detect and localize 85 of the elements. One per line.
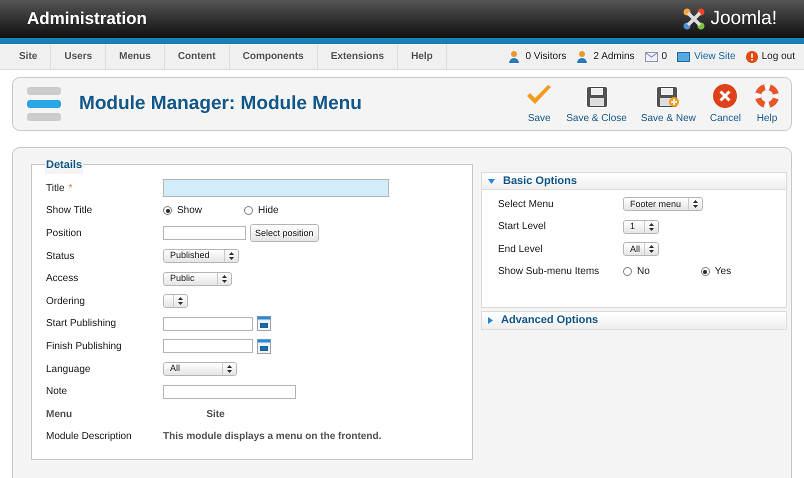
select-arrows-icon (229, 252, 234, 260)
status-text: 2 Admins (593, 50, 635, 64)
select-arrows-icon (649, 245, 654, 254)
field-label: Show Title (46, 204, 94, 218)
field-value: Site (206, 408, 225, 422)
text-field[interactable] (163, 384, 296, 399)
date-field[interactable] (163, 316, 253, 331)
app-title: Administration (27, 8, 147, 30)
close-icon (713, 84, 738, 108)
panel-header[interactable]: Advanced Options (482, 312, 786, 329)
field-label: Show Sub-menu Items (498, 265, 600, 280)
field-label: Ordering (46, 294, 86, 309)
field-label: Note (46, 385, 68, 400)
person-icon (576, 50, 590, 63)
calendar-icon[interactable] (257, 338, 271, 354)
envelope-icon (644, 51, 658, 62)
field-label: Access (46, 272, 80, 286)
menu-item[interactable]: Menus (106, 44, 165, 69)
status-link[interactable]: Log out (762, 49, 795, 64)
radio-button[interactable] (163, 206, 172, 216)
select-field[interactable]: 1 (623, 220, 659, 234)
radio-button[interactable] (700, 267, 710, 276)
menu-item[interactable]: Users (51, 44, 106, 69)
menu-item[interactable]: Components (230, 44, 318, 69)
field-label: Module Description (46, 430, 133, 444)
required-mark: * (68, 182, 72, 196)
alert-icon (746, 50, 758, 62)
select-field[interactable]: Footer menu (623, 197, 703, 212)
select-field[interactable]: All (163, 362, 237, 376)
caret-down-icon (488, 178, 495, 184)
radio-button[interactable] (244, 206, 254, 216)
module-icon (25, 85, 63, 123)
field-label: End Level (498, 242, 544, 257)
floppy-plus-icon (656, 86, 680, 108)
radio-button[interactable] (623, 267, 632, 276)
radio-label: Yes (714, 265, 732, 280)
text-field[interactable] (163, 226, 246, 240)
menu-item[interactable]: Content (164, 44, 230, 69)
lifebuoy-icon (755, 84, 779, 108)
logo-icon (682, 7, 706, 31)
menu-item[interactable]: Help (398, 44, 447, 69)
menu-item[interactable]: Site (6, 44, 52, 69)
panel-legend: Details (45, 157, 84, 174)
select-field[interactable]: Published (163, 249, 239, 264)
status-text: 0 Visitors (525, 50, 566, 64)
toolbar-button[interactable]: Cancel (704, 82, 747, 126)
radio-label: No (637, 265, 650, 280)
status-text: 0 (662, 50, 668, 64)
select-position-button[interactable]: Select position (250, 224, 319, 242)
caret-right-icon (488, 317, 493, 324)
text-field[interactable] (163, 179, 389, 198)
date-field[interactable] (163, 339, 253, 354)
toolbar-button[interactable]: Help (749, 82, 785, 126)
logo-text: Joomla! (710, 6, 777, 31)
toolbar-button[interactable]: Save (520, 82, 558, 126)
field-label: Start Level (498, 220, 547, 234)
select-field[interactable]: All (623, 242, 659, 256)
field-label: Finish Publishing (46, 340, 123, 354)
toolbar-button[interactable]: Save & Close (560, 82, 633, 126)
floppy-icon (586, 86, 608, 108)
select-field[interactable] (163, 294, 188, 308)
field-label: Language (46, 362, 92, 377)
menu-item[interactable]: Extensions (318, 44, 398, 69)
radio-label: Hide (258, 204, 279, 218)
toolbar-button[interactable]: Save & New (634, 82, 702, 126)
field-label: Status (46, 250, 76, 264)
select-arrows-icon (693, 200, 698, 208)
select-arrows-icon (649, 222, 654, 231)
field-label: Menu (46, 408, 74, 422)
description-text: This module displays a menu on the frontend. (163, 430, 382, 444)
field-label: Start Publishing (46, 317, 118, 332)
page-title: Module Manager: Module Menu (79, 92, 362, 116)
monitor-icon (677, 52, 690, 62)
field-label: Select Menu (498, 198, 555, 212)
field-label: Position (46, 226, 83, 241)
field-label: Title (46, 182, 65, 196)
status-link[interactable]: View Site (694, 49, 736, 64)
select-arrows-icon (222, 274, 227, 283)
person-icon (508, 50, 522, 63)
radio-label: Show (177, 204, 202, 218)
calendar-icon[interactable] (257, 316, 271, 332)
panel-header[interactable]: Basic Options (482, 173, 786, 190)
select-arrows-icon (227, 365, 232, 374)
select-arrows-icon (178, 297, 183, 306)
select-field[interactable]: Public (163, 272, 232, 286)
